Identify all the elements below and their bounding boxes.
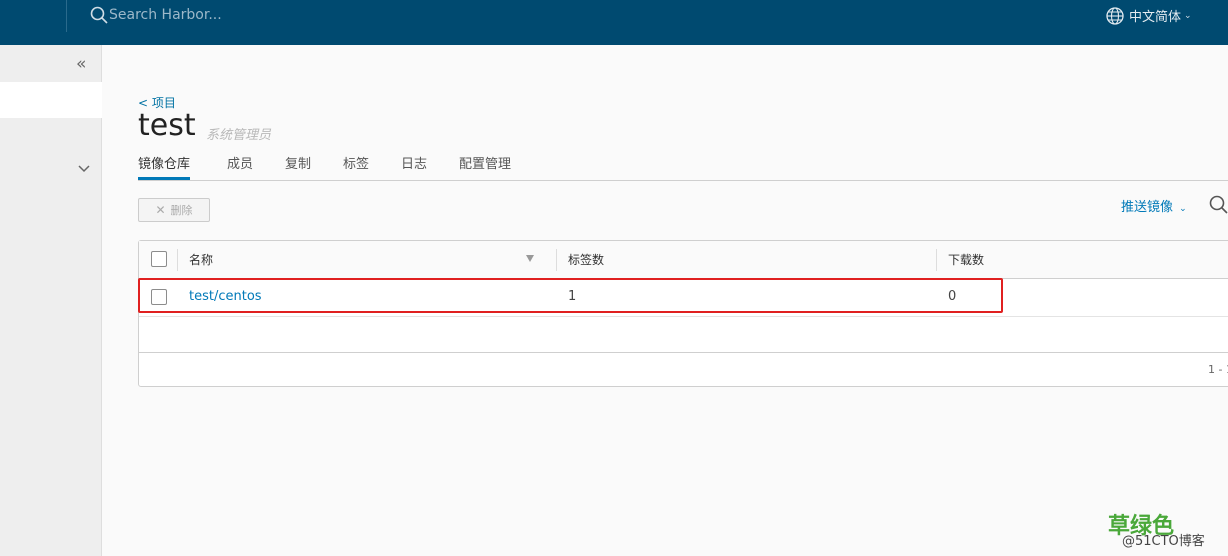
column-header-pulls[interactable]: 下载数 (948, 251, 984, 268)
chevron-down-icon: ⌄ (1184, 10, 1192, 21)
search-icon[interactable] (1209, 195, 1228, 214)
repository-name-link[interactable]: test/centos (189, 289, 262, 304)
globe-icon (1106, 6, 1124, 25)
push-image-label: 推送镜像 (1121, 200, 1174, 215)
language-label: 中文简体 (1129, 10, 1182, 25)
project-tabs: 镜像仓库 成员 复制 标签 日志 配置管理 (138, 153, 1228, 181)
row-checkbox[interactable] (151, 289, 167, 305)
global-search-input[interactable]: Search Harbor... (109, 7, 222, 23)
watermark-sub: @51CTO博客 (1122, 534, 1205, 549)
search-icon[interactable] (90, 6, 108, 24)
sidebar-item-active[interactable] (0, 82, 102, 118)
column-header-name[interactable]: 名称 (189, 251, 213, 268)
table-row[interactable]: test/centos 1 0 (139, 279, 1228, 317)
chevron-down-icon: ⌄ (1179, 204, 1187, 214)
tab-configuration[interactable]: 配置管理 (459, 153, 511, 179)
repository-table: 名称 标签数 下载数 test/centos 1 0 1 - 1 (138, 240, 1228, 387)
delete-label: 删除 (170, 204, 193, 217)
language-selector[interactable]: 中文简体 ⌄ (1106, 6, 1192, 25)
pagination-info: 1 - 1 (1208, 363, 1228, 376)
chevron-down-icon[interactable] (78, 163, 90, 175)
page-title: test (138, 108, 196, 143)
tags-count: 1 (568, 289, 577, 304)
column-divider (936, 249, 937, 271)
tab-replication[interactable]: 复制 (285, 153, 311, 179)
table-header: 名称 标签数 下载数 (139, 241, 1228, 279)
role-label: 系统管理员 (206, 128, 272, 143)
filter-icon[interactable] (526, 255, 534, 262)
select-all-checkbox[interactable] (151, 251, 167, 267)
tab-repositories[interactable]: 镜像仓库 (138, 153, 191, 180)
push-image-dropdown[interactable]: 推送镜像 ⌄ (1121, 196, 1187, 215)
close-icon: ✕ (155, 203, 166, 217)
column-divider (177, 249, 178, 271)
delete-button[interactable]: ✕ 删除 (138, 198, 210, 222)
column-header-tags[interactable]: 标签数 (568, 251, 604, 268)
tab-logs[interactable]: 日志 (401, 153, 427, 179)
top-header: Search Harbor... 中文简体 ⌄ (0, 0, 1228, 45)
pulls-count: 0 (948, 289, 957, 304)
tab-members[interactable]: 成员 (227, 153, 253, 179)
column-divider (556, 249, 557, 271)
tab-labels[interactable]: 标签 (343, 153, 369, 179)
header-divider (66, 0, 67, 32)
sidebar: « (0, 45, 102, 556)
collapse-sidebar-icon[interactable]: « (76, 54, 86, 74)
table-footer: 1 - 1 (139, 352, 1228, 387)
